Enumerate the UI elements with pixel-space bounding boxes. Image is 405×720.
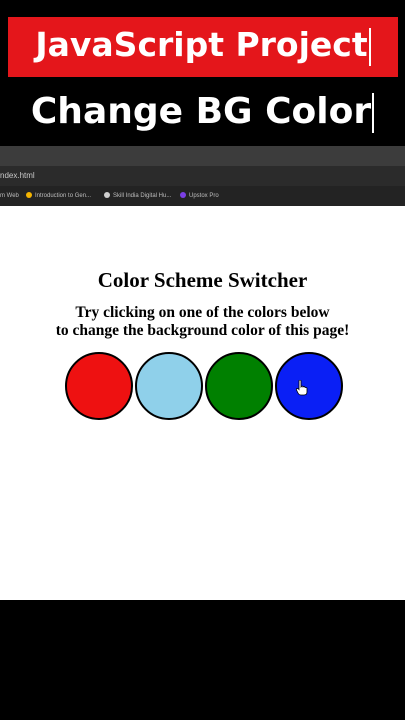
page-viewport: Color Scheme Switcher Try clicking on on…: [0, 206, 405, 600]
page-heading: Color Scheme Switcher: [97, 268, 308, 292]
hand-cursor-icon: [296, 380, 308, 396]
swatch-light-blue-button[interactable]: [135, 352, 203, 420]
bookmark-label: Upstox Pro: [189, 193, 219, 199]
swatch-blue-button[interactable]: [275, 352, 343, 420]
bookmark-favicon-icon: [180, 192, 186, 199]
overlay-title: JavaScript Project: [8, 17, 398, 77]
overlay-subtitle: Change BG Color: [0, 84, 405, 140]
bookmark-item[interactable]: Skill India Digital Hu...: [104, 186, 171, 206]
bookmark-label: Skill India Digital Hu...: [113, 193, 172, 199]
bookmark-label: Introduction to Gen...: [35, 193, 92, 199]
swatch-red-button[interactable]: [65, 352, 133, 420]
bookmark-favicon-icon: [26, 192, 32, 199]
bookmark-item[interactable]: Introduction to Gen...: [26, 186, 91, 206]
browser-chrome: ndex.html m Web Introduction to Gen... S…: [0, 146, 405, 206]
bookmark-item[interactable]: Upstox Pro: [180, 186, 219, 206]
instruction-line-1: Try clicking on one of the colors below: [75, 304, 330, 321]
bookmarks-bar: m Web Introduction to Gen... Skill India…: [0, 186, 405, 206]
bookmark-label: m Web: [0, 193, 19, 199]
swatch-green-button[interactable]: [205, 352, 273, 420]
page-instruction: Try clicking on one of the colors below t…: [0, 304, 405, 340]
text-caret-icon: [368, 27, 371, 66]
browser-tab-strip: [0, 146, 405, 166]
overlay-title-text: JavaScript Project: [35, 25, 368, 64]
text-caret-icon: [372, 93, 375, 133]
bookmark-favicon-icon: [104, 192, 110, 199]
overlay-subtitle-text: Change BG Color: [30, 91, 372, 132]
bookmark-item[interactable]: m Web: [0, 186, 19, 206]
instruction-line-2: to change the background color of this p…: [55, 322, 350, 339]
address-bar[interactable]: ndex.html: [0, 166, 405, 186]
address-text[interactable]: ndex.html: [0, 166, 35, 186]
